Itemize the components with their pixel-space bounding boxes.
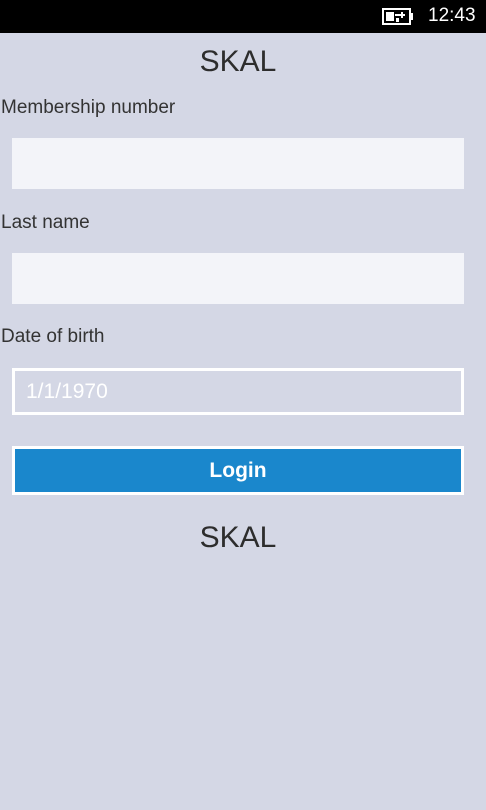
footer-title: SKAL [199, 521, 277, 554]
clock: 12:43 [428, 5, 476, 26]
membership-number-label: Membership number [1, 97, 176, 118]
last-name-label: Last name [1, 212, 90, 233]
membership-number-input[interactable] [12, 138, 464, 189]
page-title: SKAL [199, 45, 277, 78]
battery-charging-icon [382, 8, 413, 25]
date-of-birth-label: Date of birth [1, 326, 105, 347]
date-of-birth-picker[interactable]: 1/1/1970 [12, 368, 464, 415]
last-name-input[interactable] [12, 253, 464, 304]
login-button[interactable]: Login [12, 446, 464, 495]
status-bar: 12:43 [0, 0, 486, 33]
